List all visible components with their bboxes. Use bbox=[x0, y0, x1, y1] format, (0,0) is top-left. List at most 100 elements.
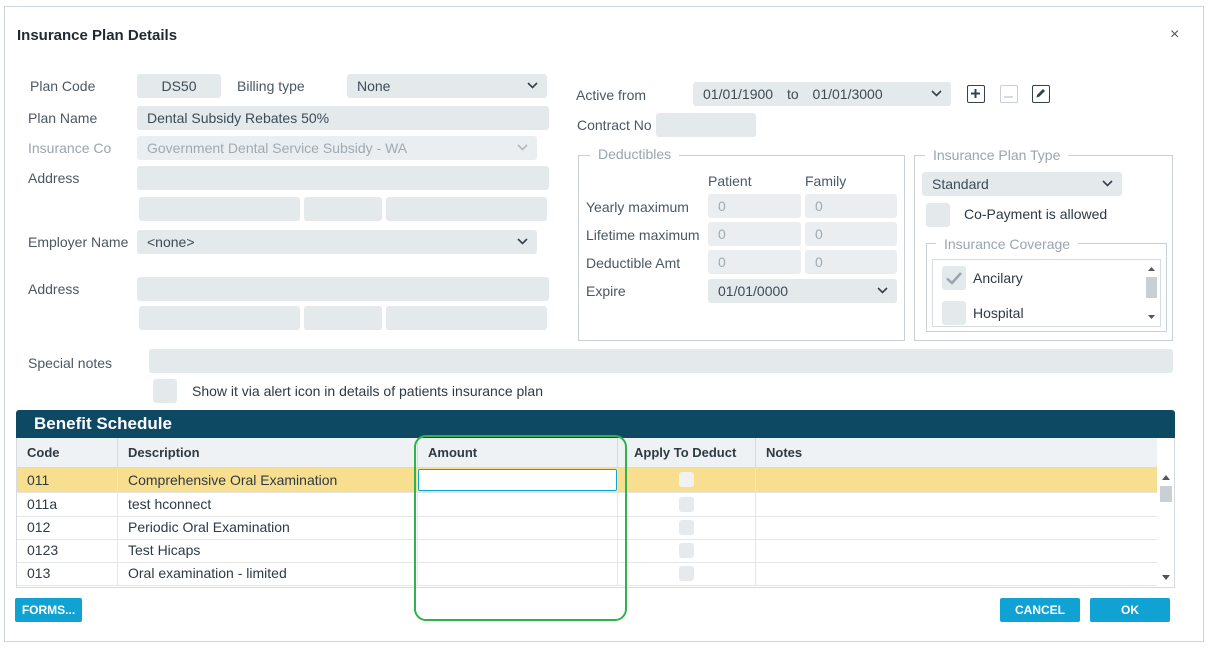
apply-to-deduct-checkbox[interactable] bbox=[679, 472, 694, 487]
copayment-checkbox[interactable] bbox=[926, 203, 950, 227]
postcode-field[interactable] bbox=[386, 197, 547, 221]
insurance-co-select[interactable]: Government Dental Service Subsidy - WA bbox=[137, 136, 537, 160]
family-column-header: Family bbox=[805, 173, 847, 189]
cell-notes[interactable] bbox=[756, 468, 1157, 492]
cell-apply-to-deduct bbox=[618, 493, 756, 516]
cell-code: 011a bbox=[17, 493, 118, 516]
yearly-patient-field[interactable]: 0 bbox=[708, 194, 801, 218]
cell-code: 013 bbox=[17, 562, 118, 585]
cell-code: 012 bbox=[17, 516, 118, 539]
employer-postcode-field[interactable] bbox=[386, 306, 547, 330]
cell-code: 011 bbox=[17, 468, 118, 492]
apply-to-deduct-checkbox[interactable] bbox=[679, 566, 694, 581]
cell-code: 0123 bbox=[17, 539, 118, 562]
ok-button[interactable]: OK bbox=[1090, 598, 1170, 622]
column-header-apply-to-deduct[interactable]: Apply To Deduct bbox=[624, 438, 756, 467]
cell-notes[interactable] bbox=[756, 562, 1157, 585]
cell-apply-to-deduct bbox=[618, 539, 756, 562]
cell-notes[interactable] bbox=[756, 539, 1157, 562]
apply-to-deduct-checkbox[interactable] bbox=[679, 497, 694, 512]
edit-period-icon[interactable] bbox=[1032, 85, 1050, 103]
benefit-schedule-header: Benefit Schedule bbox=[16, 410, 1175, 438]
lifetime-patient-field[interactable]: 0 bbox=[708, 222, 801, 246]
dialog-title: Insurance Plan Details bbox=[17, 27, 178, 44]
cell-apply-to-deduct bbox=[618, 562, 756, 585]
column-header-description[interactable]: Description bbox=[118, 438, 418, 467]
employer-name-select[interactable]: <none> bbox=[137, 230, 537, 254]
active-from-value: 01/01/1900 bbox=[703, 86, 774, 102]
insurance-co-value: Government Dental Service Subsidy - WA bbox=[147, 140, 408, 156]
plan-type-select[interactable]: Standard bbox=[922, 172, 1122, 196]
employer-address-label: Address bbox=[28, 281, 80, 297]
chevron-down-icon bbox=[877, 279, 888, 303]
coverage-label-ancilary: Ancilary bbox=[973, 270, 1023, 286]
patient-column-header: Patient bbox=[708, 173, 752, 189]
employer-city-field[interactable] bbox=[139, 306, 300, 330]
address-line-field[interactable] bbox=[137, 166, 549, 190]
lifetime-maximum-label: Lifetime maximum bbox=[586, 227, 700, 243]
cell-description: Test Hicaps bbox=[118, 539, 418, 562]
remove-period-icon[interactable] bbox=[1000, 85, 1018, 103]
yearly-maximum-label: Yearly maximum bbox=[586, 199, 689, 215]
yearly-family-field[interactable]: 0 bbox=[805, 194, 897, 218]
scrollbar-arrows-icon bbox=[1146, 267, 1157, 319]
special-notes-label: Special notes bbox=[28, 355, 113, 371]
cell-description: test hconnect bbox=[118, 493, 418, 516]
plan-type-value: Standard bbox=[932, 176, 989, 192]
coverage-list bbox=[932, 259, 1161, 327]
coverage-label-hospital: Hospital bbox=[973, 305, 1024, 321]
coverage-checkbox-hospital[interactable] bbox=[942, 301, 966, 325]
cell-description: Periodic Oral Examination bbox=[118, 516, 418, 539]
column-header-notes[interactable]: Notes bbox=[756, 438, 1157, 467]
deductibles-legend: Deductibles bbox=[590, 146, 680, 162]
employer-name-value: <none> bbox=[147, 234, 195, 250]
cell-notes[interactable] bbox=[756, 493, 1157, 516]
active-date-range-select[interactable]: 01/01/1900 to 01/01/3000 bbox=[693, 82, 951, 106]
cell-apply-to-deduct bbox=[618, 516, 756, 539]
plan-code-label: Plan Code bbox=[30, 78, 96, 94]
special-notes-field[interactable] bbox=[149, 349, 1173, 373]
apply-to-deduct-checkbox[interactable] bbox=[679, 520, 694, 535]
active-to-value: 01/01/3000 bbox=[812, 86, 883, 102]
lifetime-family-field[interactable]: 0 bbox=[805, 222, 897, 246]
state-field[interactable] bbox=[304, 197, 382, 221]
expire-date-select[interactable]: 01/01/0000 bbox=[708, 279, 897, 303]
add-period-icon[interactable] bbox=[967, 85, 985, 103]
city-field[interactable] bbox=[139, 197, 300, 221]
billing-type-value: None bbox=[357, 78, 391, 94]
employer-state-field[interactable] bbox=[304, 306, 382, 330]
plan-name-field[interactable]: Dental Subsidy Rebates 50% bbox=[137, 106, 549, 130]
coverage-checkbox-ancilary[interactable] bbox=[942, 266, 966, 290]
billing-type-label: Billing type bbox=[237, 78, 305, 94]
forms-button[interactable]: FORMS... bbox=[15, 598, 82, 622]
coverage-scrollbar[interactable] bbox=[1144, 261, 1159, 325]
copayment-label: Co-Payment is allowed bbox=[964, 206, 1108, 222]
column-header-code[interactable]: Code bbox=[17, 438, 118, 467]
scrollbar-arrows-icon bbox=[1160, 475, 1172, 580]
plan-code-field[interactable]: DS50 bbox=[137, 74, 221, 98]
show-alert-checkbox[interactable] bbox=[153, 379, 177, 403]
expire-label: Expire bbox=[586, 283, 626, 299]
cancel-button[interactable]: CANCEL bbox=[1000, 598, 1080, 622]
deductible-amt-label: Deductible Amt bbox=[586, 255, 681, 271]
insurance-plan-type-legend: Insurance Plan Type bbox=[925, 147, 1069, 163]
contract-no-field[interactable] bbox=[656, 113, 756, 137]
active-to-word: to bbox=[786, 86, 799, 102]
plan-name-label: Plan Name bbox=[28, 110, 98, 126]
insurance-coverage-legend: Insurance Coverage bbox=[936, 236, 1079, 252]
insurance-co-label: Insurance Co bbox=[28, 140, 112, 156]
grid-scrollbar[interactable] bbox=[1157, 467, 1174, 587]
deductible-patient-field[interactable]: 0 bbox=[708, 250, 801, 274]
checkmark-icon bbox=[946, 272, 962, 285]
employer-name-label: Employer Name bbox=[28, 234, 129, 250]
billing-type-select[interactable]: None bbox=[347, 74, 547, 98]
expire-value: 01/01/0000 bbox=[718, 283, 789, 299]
cell-notes[interactable] bbox=[756, 516, 1157, 539]
employer-address-field[interactable] bbox=[137, 277, 549, 301]
close-icon[interactable]: × bbox=[1170, 26, 1179, 44]
apply-to-deduct-checkbox[interactable] bbox=[679, 543, 694, 558]
cell-description: Comprehensive Oral Examination bbox=[118, 468, 418, 492]
chevron-down-icon bbox=[527, 74, 538, 98]
cell-apply-to-deduct bbox=[618, 468, 756, 492]
deductible-family-field[interactable]: 0 bbox=[805, 250, 897, 274]
